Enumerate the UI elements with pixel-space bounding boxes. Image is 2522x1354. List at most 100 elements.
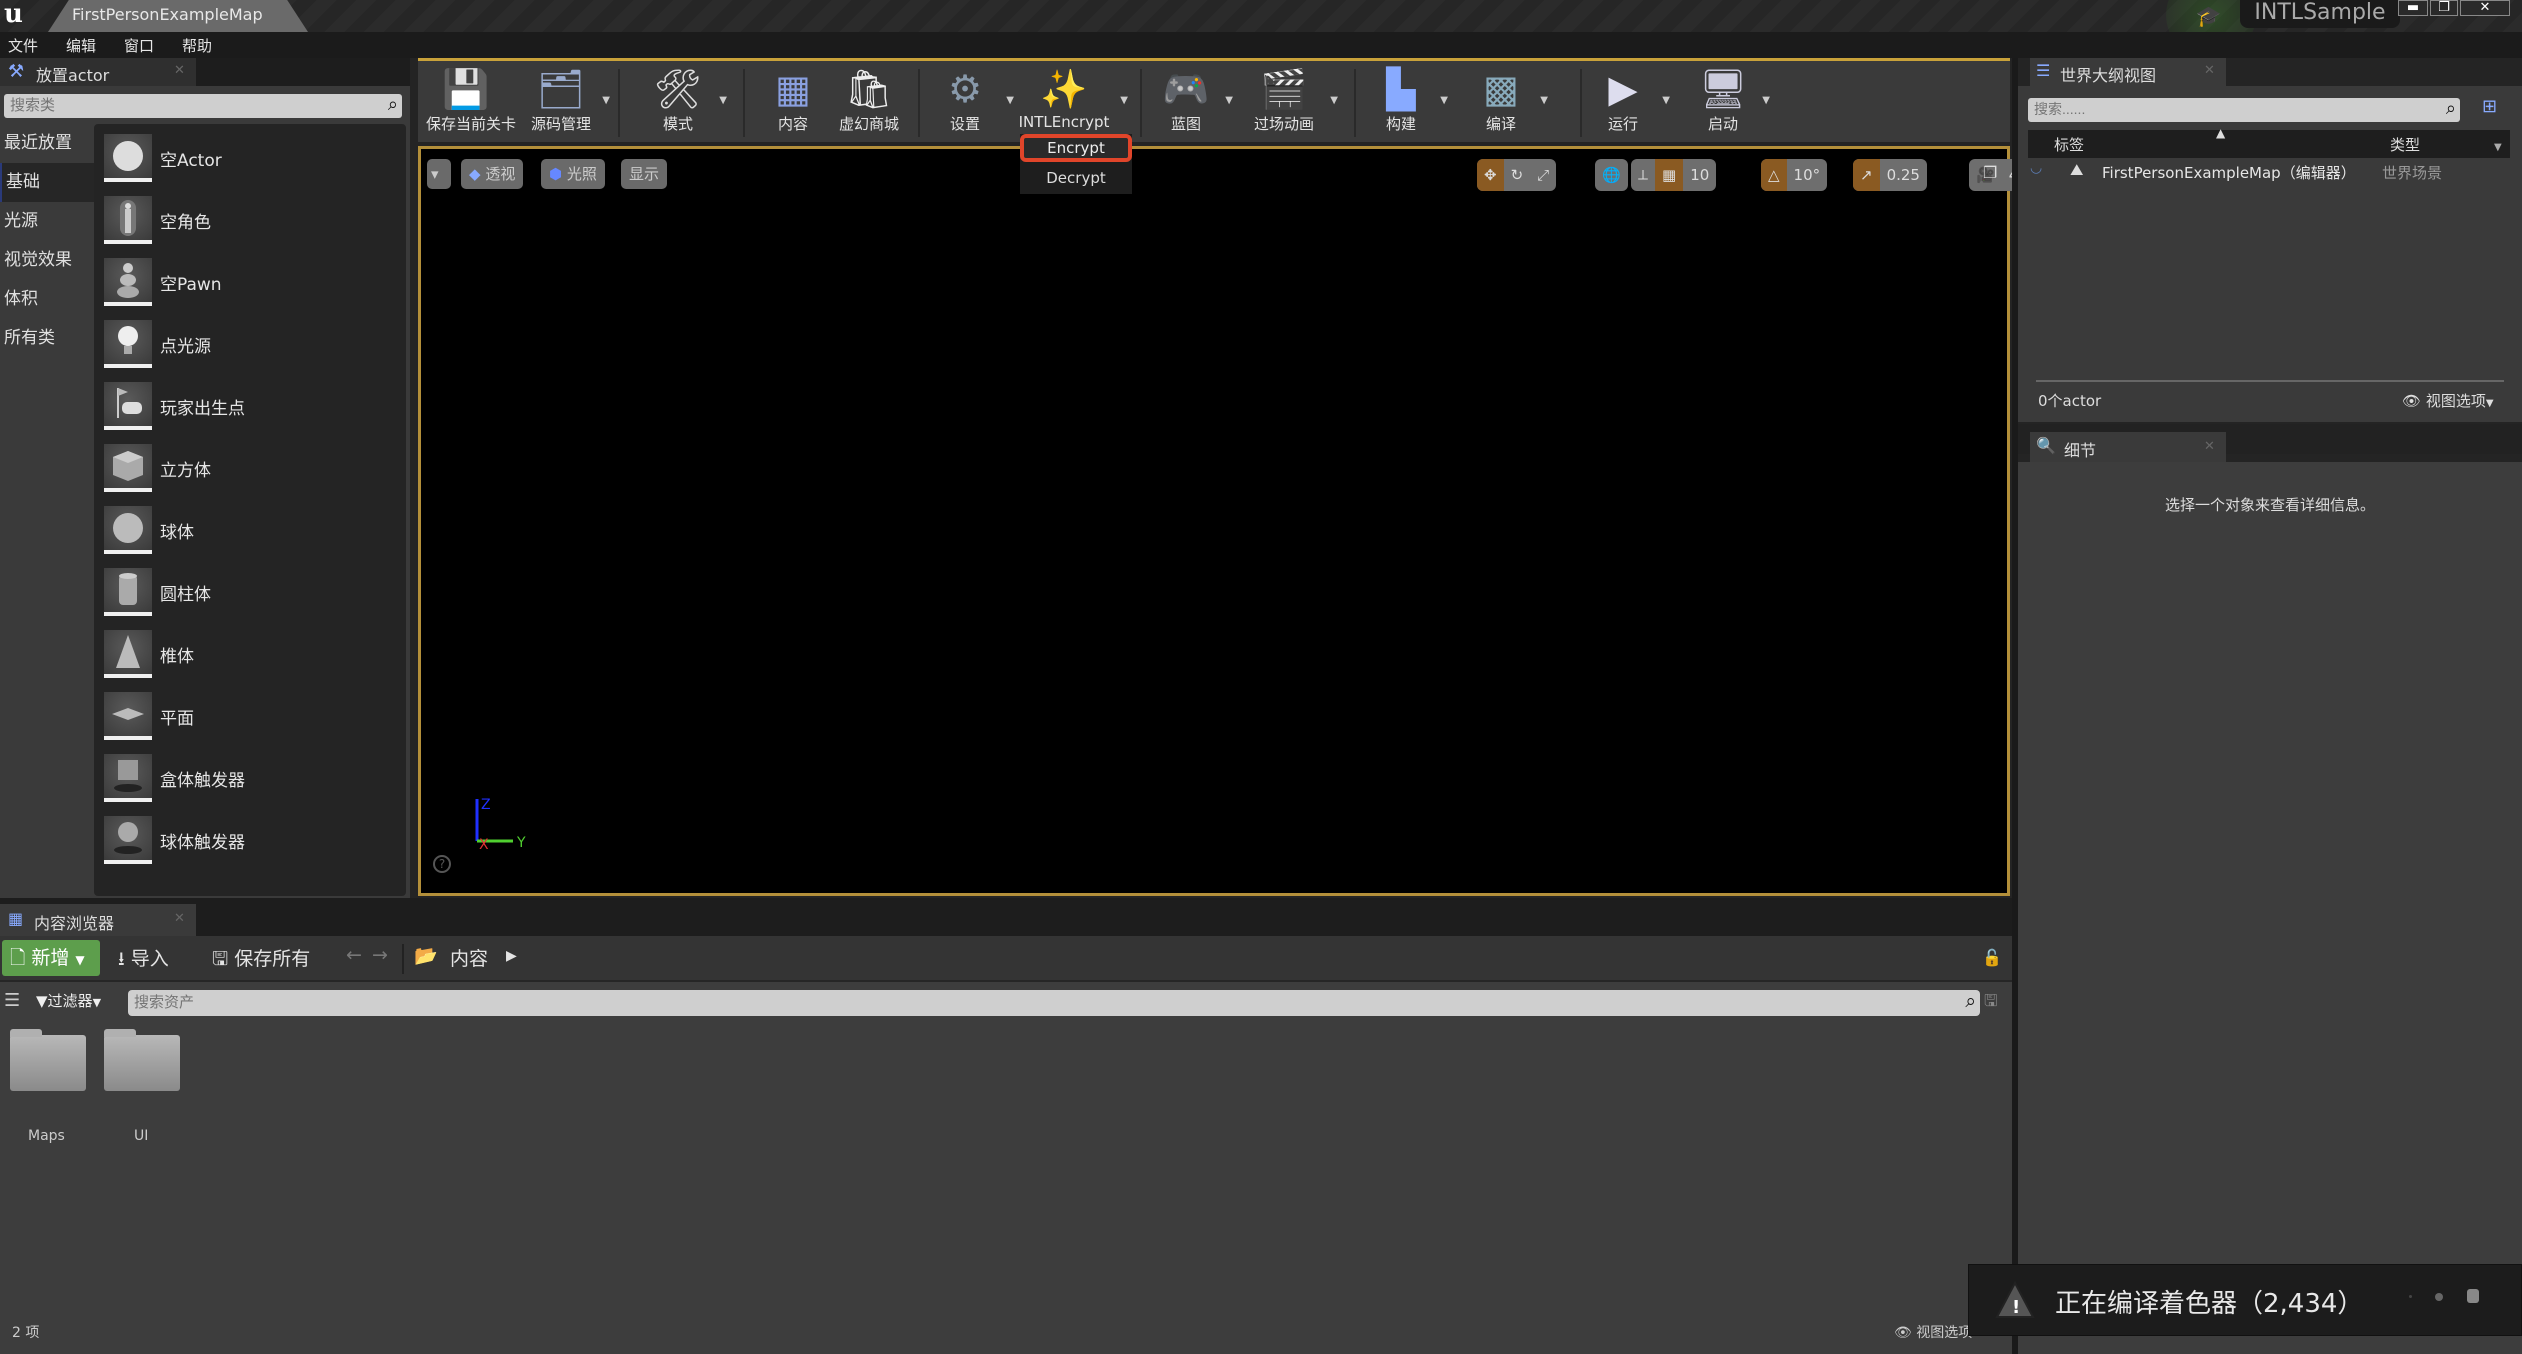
close-tab-icon[interactable]: ✕	[2204, 439, 2215, 454]
source-control-button[interactable]: 🗂 源码管理 ▼	[526, 65, 610, 141]
visibility-toggle-icon[interactable]: ◡	[2030, 160, 2042, 176]
actor-item[interactable]: 球体	[104, 506, 394, 558]
close-tab-icon[interactable]: ✕	[2204, 63, 2215, 78]
actor-item[interactable]: 圆柱体	[104, 568, 394, 620]
actor-item[interactable]: 空Pawn	[104, 258, 394, 310]
close-tab-icon[interactable]: ✕	[174, 63, 185, 78]
save-level-button[interactable]: 💾 保存当前关卡	[426, 65, 516, 141]
menu-window[interactable]: 窗口	[124, 35, 154, 56]
category-visual-effects[interactable]: 视觉效果	[0, 241, 94, 280]
scale-snap-icon[interactable]: ↗	[1853, 159, 1880, 191]
actor-item[interactable]: 空Actor	[104, 134, 394, 186]
unlock-icon[interactable]: 🔓	[1982, 948, 2002, 967]
menu-edit[interactable]: 编辑	[66, 35, 96, 56]
dropdown-arrow-icon[interactable]: ▼	[1440, 95, 1448, 106]
outliner-search-box[interactable]: ⌕	[2028, 98, 2460, 122]
search-icon[interactable]: ⌕	[2446, 98, 2456, 119]
save-search-icon[interactable]: 🖫	[1984, 990, 1998, 1017]
help-icon[interactable]: ?	[433, 855, 451, 873]
back-button[interactable]: ←	[346, 944, 362, 966]
forward-button[interactable]: →	[372, 944, 388, 966]
marketplace-button[interactable]: 🛍 虚幻商城	[828, 65, 910, 141]
rotate-icon[interactable]: ↻	[1504, 159, 1531, 191]
class-search-input[interactable]	[4, 94, 364, 116]
world-local-toggle[interactable]: 🌐	[1595, 159, 1628, 191]
close-button[interactable]: ✕	[2460, 0, 2510, 16]
category-lights[interactable]: 光源	[0, 202, 94, 241]
actor-item[interactable]: 椎体	[104, 630, 394, 682]
maximize-viewport-icon[interactable]: ❐	[1983, 163, 1997, 182]
add-new-button[interactable]: 🗋 新增 ▼	[2, 940, 100, 976]
perspective-button[interactable]: ◆ 透视	[461, 159, 524, 189]
category-recent[interactable]: 最近放置	[0, 124, 94, 163]
path-chevron-right-icon[interactable]: ▶	[506, 948, 517, 964]
graduation-cap-icon[interactable]: 🎓	[2196, 4, 2221, 28]
level-viewport[interactable]: ▾ ◆ 透视 ⬢ 光照 显示 ✥ ↻ ⤢ 🌐 ⟂ ▦ 10 △ 10° ↗ 0.…	[418, 146, 2026, 896]
cinematics-button[interactable]: 🎬 过场动画 ▼	[1244, 65, 1338, 141]
launch-button[interactable]: 🖥 启动 ▼	[1690, 65, 1770, 141]
actor-item[interactable]: 点光源	[104, 320, 394, 372]
grid-snap-icon[interactable]: ▦	[1655, 159, 1684, 191]
tab-content-browser[interactable]: ▦ 内容浏览器 ✕	[0, 904, 196, 936]
outliner-row[interactable]: ◡ ⛰ FirstPersonExampleMap（编辑器） 世界场景	[2030, 160, 2510, 184]
tab-place-actor[interactable]: ⚒ 放置actor ✕	[0, 58, 196, 86]
actor-item[interactable]: 立方体	[104, 444, 394, 496]
restore-button[interactable]: ❐	[2430, 0, 2458, 16]
intl-encrypt-button[interactable]: ✨ INTLEncrypt ▼	[1014, 65, 1128, 141]
search-icon[interactable]: ⌕	[388, 94, 398, 115]
filter-button[interactable]: ▼过滤器▼	[36, 990, 101, 1011]
actor-item[interactable]: 玩家出生点	[104, 382, 394, 434]
scale-snap-value[interactable]: 0.25	[1880, 159, 1927, 191]
view-options-button[interactable]: 👁 视图选项	[1894, 1322, 1972, 1342]
import-button[interactable]: ⭳ 导入	[118, 944, 169, 977]
create-folder-icon[interactable]: ⊞	[2482, 96, 2497, 117]
show-button[interactable]: 显示	[621, 159, 668, 189]
dropdown-arrow-icon[interactable]: ▼	[1330, 95, 1338, 106]
search-icon[interactable]: ⌕	[1965, 990, 1976, 1012]
blueprints-button[interactable]: 🎮 蓝图 ▼	[1153, 65, 1233, 141]
menu-help[interactable]: 帮助	[182, 35, 212, 56]
decrypt-menu-item[interactable]: Decrypt	[1020, 164, 1132, 192]
encrypt-menu-item[interactable]: Encrypt	[1020, 134, 1132, 162]
minimize-button[interactable]: ▬	[2398, 0, 2428, 16]
dropdown-arrow-icon[interactable]: ▼	[1225, 95, 1233, 106]
translate-icon[interactable]: ✥	[1477, 159, 1504, 191]
lit-button[interactable]: ⬢ 光照	[541, 159, 605, 189]
path-root-button[interactable]: 📂	[414, 944, 438, 967]
category-volumes[interactable]: 体积	[0, 280, 94, 319]
outliner-search-input[interactable]	[2028, 98, 2428, 120]
outliner-view-options-button[interactable]: 👁 视图选项▼	[2402, 390, 2494, 411]
actor-item[interactable]: 球体触发器	[104, 816, 394, 868]
dropdown-arrow-icon[interactable]: ▼	[1540, 95, 1548, 106]
dropdown-arrow-icon[interactable]: ▼	[1662, 95, 1670, 106]
path-content[interactable]: 内容	[450, 944, 488, 971]
play-button[interactable]: ▶ 运行 ▼	[1590, 65, 1670, 141]
rotation-snap-value[interactable]: 10°	[1787, 159, 1828, 191]
actor-item[interactable]: 平面	[104, 692, 394, 744]
category-basic[interactable]: 基础	[0, 163, 94, 202]
dropdown-arrow-icon[interactable]: ▼	[602, 95, 610, 106]
viewport-options-button[interactable]: ▾	[427, 159, 451, 189]
document-tab[interactable]: FirstPersonExampleMap	[48, 0, 308, 32]
class-search-box[interactable]: ⌕	[4, 94, 402, 118]
save-all-button[interactable]: 🖫 保存所有	[212, 944, 310, 977]
column-label[interactable]: 标签	[2054, 134, 2084, 155]
tab-details[interactable]: 🔍 细节 ✕	[2030, 432, 2226, 462]
menu-file[interactable]: 文件	[8, 35, 38, 56]
asset-search-box[interactable]: ⌕	[128, 990, 1980, 1016]
folder-icon[interactable]	[104, 1029, 180, 1091]
dropdown-arrow-icon[interactable]: ▼	[1762, 95, 1770, 106]
column-type[interactable]: 类型	[2390, 134, 2420, 155]
actor-item[interactable]: 盒体触发器	[104, 754, 394, 806]
build-button[interactable]: ▙ 构建 ▼	[1368, 65, 1448, 141]
dropdown-arrow-icon[interactable]: ▼	[1120, 95, 1128, 106]
close-tab-icon[interactable]: ✕	[174, 911, 185, 926]
surface-snap-icon[interactable]: ⟂	[1631, 159, 1655, 191]
column-options-icon[interactable]: ▼	[2494, 142, 2502, 153]
dropdown-arrow-icon[interactable]: ▼	[1006, 95, 1014, 106]
grid-snap-value[interactable]: 10	[1683, 159, 1716, 191]
folder-icon[interactable]	[10, 1029, 86, 1091]
asset-search-input[interactable]	[128, 990, 1928, 1014]
tab-world-outliner[interactable]: ☰ 世界大纲视图 ✕	[2030, 58, 2226, 86]
rotation-snap-icon[interactable]: △	[1761, 159, 1787, 191]
